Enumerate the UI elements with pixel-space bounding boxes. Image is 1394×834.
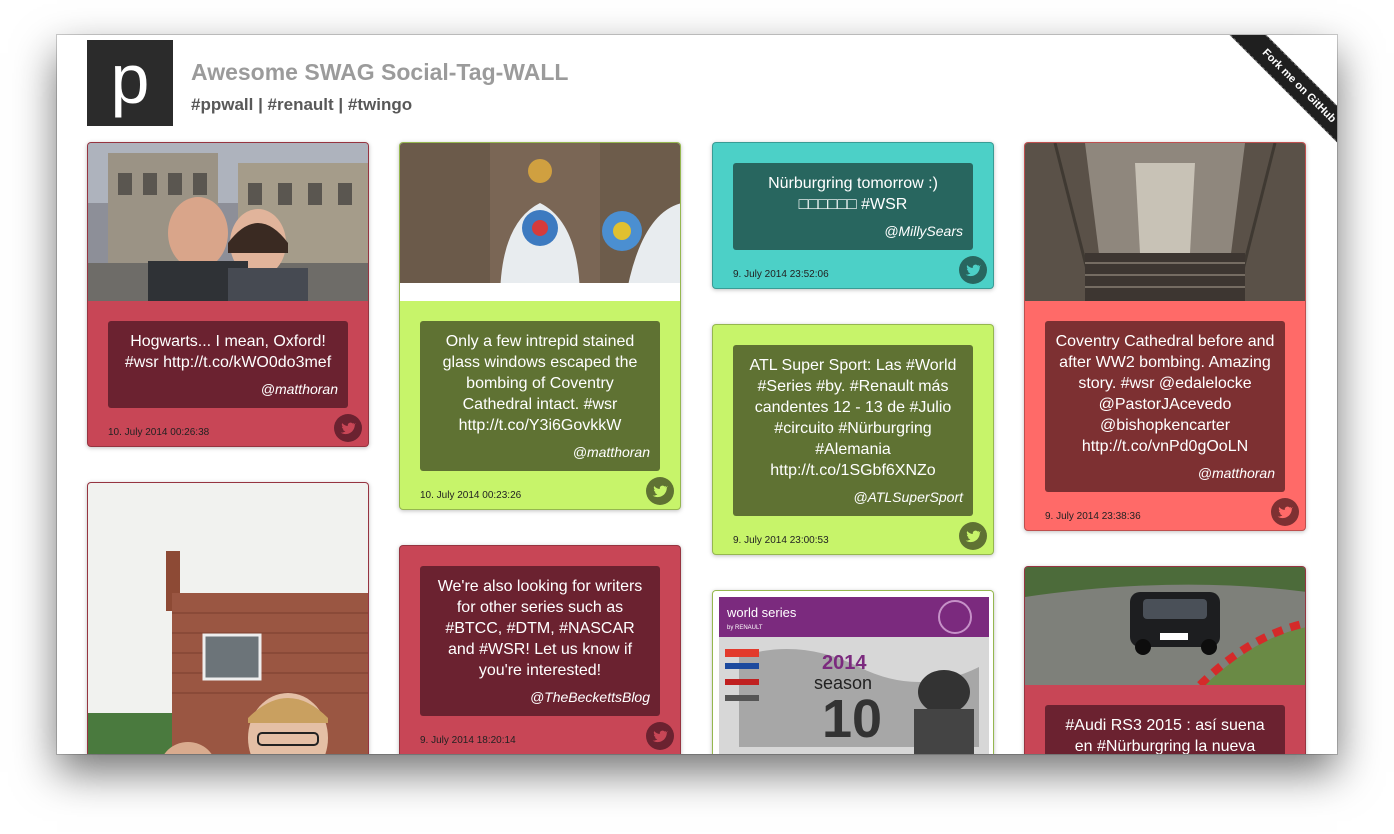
- post-footer: 10. July 2014 00:26:38: [88, 408, 368, 446]
- post-card[interactable]: [87, 482, 369, 754]
- post-date: 10. July 2014 00:23:26: [420, 490, 522, 501]
- post-card[interactable]: ATL Super Sport: Las #World #Series #by.…: [712, 324, 994, 555]
- post-card[interactable]: #Audi RS3 2015 : así suena en #Nürburgri…: [1024, 566, 1306, 754]
- twitter-icon[interactable]: [1271, 498, 1299, 526]
- post-date: 9. July 2014 23:00:53: [733, 535, 829, 546]
- twitter-icon[interactable]: [646, 722, 674, 750]
- post-text: #Audi RS3 2015 : así suena en #Nürburgri…: [1065, 717, 1265, 754]
- post-message: Hogwarts... I mean, Oxford! #wsr http://…: [108, 321, 348, 408]
- post-date: 9. July 2014 18:20:14: [420, 735, 516, 746]
- poster-brand-sub: by RENAULT: [727, 625, 763, 631]
- post-author[interactable]: @TheBeckettsBlog: [430, 687, 650, 708]
- page-title: Awesome SWAG Social-Tag-WALL: [191, 59, 569, 85]
- post-card[interactable]: Coventry Cathedral before and after WW2 …: [1024, 142, 1306, 531]
- twitter-icon[interactable]: [959, 256, 987, 284]
- twitter-icon[interactable]: [334, 414, 362, 442]
- post-footer: 9. July 2014 18:20:14: [400, 716, 680, 754]
- post-author[interactable]: @matthoran: [118, 379, 338, 400]
- post-footer: 9. July 2014 23:52:06: [713, 250, 993, 288]
- post-text: Nürburgring tomorrow :) □□□□□□ #WSR: [768, 175, 938, 213]
- post-card[interactable]: world series by RENAULT 2014 season 10: [712, 590, 994, 754]
- browser-window: p Awesome SWAG Social-Tag-WALL #ppwall |…: [57, 35, 1337, 754]
- post-text: Only a few intrepid stained glass window…: [442, 333, 638, 434]
- stained-glass-photo[interactable]: [400, 143, 680, 301]
- post-text: Hogwarts... I mean, Oxford! #wsr http://…: [124, 333, 332, 371]
- post-date: 9. July 2014 23:38:36: [1045, 511, 1141, 522]
- post-footer: 10. July 2014 00:23:26: [400, 471, 680, 509]
- race-car-photo[interactable]: [1025, 567, 1305, 685]
- twitter-icon[interactable]: [646, 477, 674, 505]
- post-author[interactable]: @ATLSuperSport: [743, 487, 963, 508]
- oxford-selfie-photo[interactable]: [88, 143, 368, 301]
- post-card[interactable]: Hogwarts... I mean, Oxford! #wsr http://…: [87, 142, 369, 447]
- post-author[interactable]: @matthoran: [430, 442, 650, 463]
- poster-year: 2014: [822, 652, 867, 674]
- post-footer: 9. July 2014 23:00:53: [713, 516, 993, 554]
- post-text: We're also looking for writers for other…: [437, 578, 643, 679]
- post-message: We're also looking for writers for other…: [420, 566, 660, 716]
- post-card[interactable]: We're also looking for writers for other…: [399, 545, 681, 754]
- post-date: 9. July 2014 23:52:06: [733, 269, 829, 280]
- app-logo[interactable]: p: [87, 40, 173, 126]
- post-message: Nürburgring tomorrow :) □□□□□□ #WSR @Mil…: [733, 163, 973, 250]
- post-author[interactable]: @matthoran: [1055, 463, 1275, 484]
- post-text: Coventry Cathedral before and after WW2 …: [1055, 333, 1275, 455]
- twitter-icon[interactable]: [959, 522, 987, 550]
- post-author[interactable]: @MillySears: [743, 221, 963, 242]
- post-card[interactable]: Only a few intrepid stained glass window…: [399, 142, 681, 510]
- post-footer: 9. July 2014 23:38:36: [1025, 492, 1305, 530]
- post-date: 10. July 2014 00:26:38: [108, 427, 210, 438]
- post-text: ATL Super Sport: Las #World #Series #by.…: [749, 357, 957, 479]
- hashtag-list: #ppwall | #renault | #twingo: [191, 95, 413, 114]
- brick-house-photo[interactable]: [88, 483, 368, 754]
- post-message: Coventry Cathedral before and after WW2 …: [1045, 321, 1285, 492]
- cathedral-photo[interactable]: [1025, 143, 1305, 301]
- poster-number: 10: [822, 689, 882, 749]
- poster-brand: world series: [726, 605, 797, 620]
- post-message: #Audi RS3 2015 : así suena en #Nürburgri…: [1045, 705, 1285, 754]
- post-message: ATL Super Sport: Las #World #Series #by.…: [733, 345, 973, 516]
- post-card[interactable]: Nürburgring tomorrow :) □□□□□□ #WSR @Mil…: [712, 142, 994, 289]
- post-message: Only a few intrepid stained glass window…: [420, 321, 660, 471]
- world-series-poster[interactable]: world series by RENAULT 2014 season 10: [713, 591, 993, 754]
